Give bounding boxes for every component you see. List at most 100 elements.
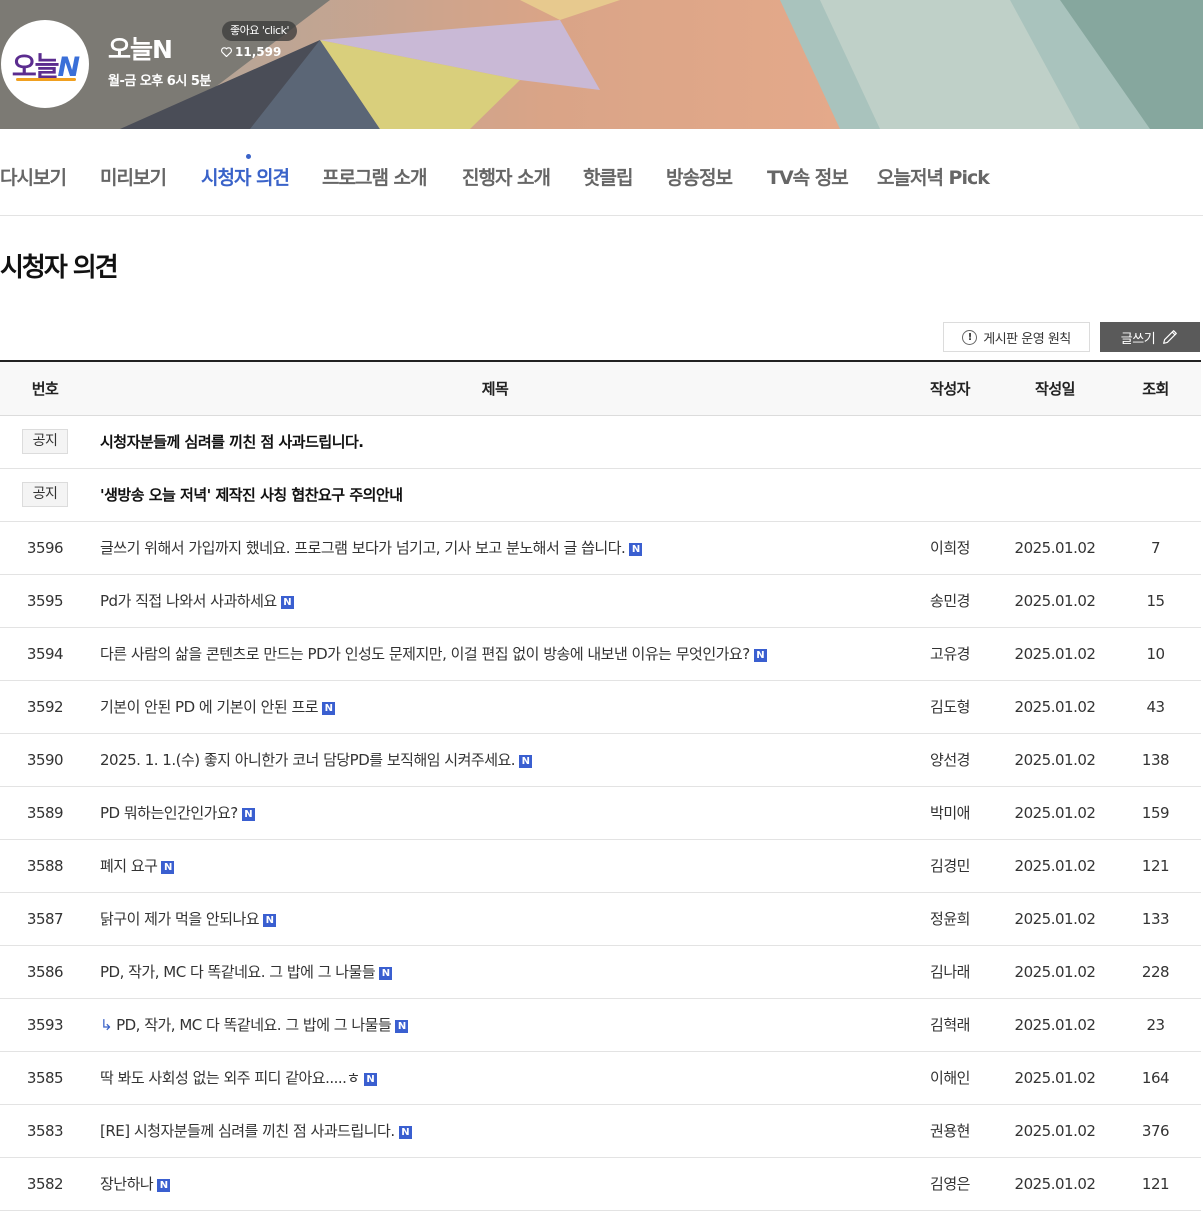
like-tooltip: 좋아요 'click' (222, 21, 297, 41)
post-views: 15 (1146, 591, 1165, 610)
program-banner: 오늘N 오늘N 월-금 오후 6시 5분 좋아요 'click' 11,599 (0, 0, 1203, 129)
post-number: 3583 (26, 1121, 64, 1140)
post-title-link[interactable]: Pd가 직접 나와서 사과하세요 (100, 592, 277, 610)
program-tabs: 다시보기 미리보기 시청자 의견 프로그램 소개 진행자 소개 핫클립 방송정보… (0, 129, 1203, 216)
notice-title-link[interactable]: 시청자분들께 심려를 끼친 점 사과드립니다. (100, 433, 364, 451)
post-date: 2025.01.02 (1014, 697, 1096, 716)
new-badge: N (161, 861, 175, 874)
post-author: 이희정 (930, 539, 970, 557)
post-title-link[interactable]: 2025. 1. 1.(수) 좋지 아니한가 코너 담당PD를 보직해임 시켜주… (100, 751, 516, 769)
post-title-cell: 딱 봐도 사회성 없는 외주 피디 같아요.....ㅎ N (90, 1051, 900, 1104)
board-rules-label: 게시판 운영 원칙 (983, 331, 1071, 347)
post-title-link[interactable]: PD, 작가, MC 다 똑같네요. 그 밥에 그 나물들 (100, 963, 376, 981)
post-views: 133 (1141, 909, 1170, 928)
post-date: 2025.01.02 (1014, 1121, 1096, 1140)
post-title-cell: 장난하나 N (90, 1157, 900, 1210)
active-tab-indicator (246, 154, 251, 159)
table-row: 3592 기본이 안된 PD 에 기본이 안된 프로 N 김도형 2025.01.02 4… (0, 680, 1201, 733)
post-title-cell: [RE] 시청자분들께 심려를 끼친 점 사과드립니다. N (90, 1104, 900, 1157)
program-title: 오늘N (108, 35, 173, 64)
post-views: 121 (1141, 1174, 1170, 1193)
post-views: 164 (1141, 1068, 1170, 1087)
notice-badge: 공지 (22, 429, 68, 454)
post-views: 138 (1141, 750, 1170, 769)
notice-title-link[interactable]: '생방송 오늘 저녁' 제작진 사칭 협찬요구 주의안내 (100, 486, 403, 504)
post-title-link[interactable]: PD, 작가, MC 다 똑같네요. 그 밥에 그 나물들 (116, 1016, 392, 1034)
post-number: 3586 (26, 962, 64, 981)
program-schedule: 월-금 오후 6시 5분 (108, 74, 211, 89)
notice-row: 공지 시청자분들께 심려를 끼친 점 사과드립니다. (0, 415, 1201, 468)
logo-wordmark: 오늘N (12, 45, 80, 84)
post-number: 3589 (26, 803, 64, 822)
post-title-cell: 폐지 요구 N (90, 839, 900, 892)
post-views: 159 (1141, 803, 1170, 822)
post-date: 2025.01.02 (1014, 591, 1096, 610)
post-author: 권용현 (930, 1122, 970, 1140)
banner-artwork (0, 0, 1203, 129)
board-rules-button[interactable]: ! 게시판 운영 원칙 (943, 322, 1090, 352)
write-post-button[interactable]: 글쓰기 (1100, 322, 1200, 352)
tab-program-intro[interactable]: 프로그램 소개 (322, 163, 427, 190)
tab-viewer-opinions[interactable]: 시청자 의견 (201, 163, 290, 190)
notice-row: 공지 '생방송 오늘 저녁' 제작진 사칭 협찬요구 주의안내 (0, 468, 1201, 521)
post-title-link[interactable]: 장난하나 (100, 1175, 154, 1193)
table-row: 3593 ↳ PD, 작가, MC 다 똑같네요. 그 밥에 그 나물들 N 김혁래 20… (0, 998, 1201, 1051)
header-num: 번호 (31, 379, 59, 398)
post-title-cell: ↳ PD, 작가, MC 다 똑같네요. 그 밥에 그 나물들 N (90, 998, 900, 1051)
post-title-link[interactable]: PD 뭐하는인간인가요? (100, 804, 238, 822)
tab-preview[interactable]: 미리보기 (100, 163, 167, 190)
post-views: 228 (1141, 962, 1170, 981)
logo-underline (15, 77, 77, 81)
program-logo[interactable]: 오늘N (1, 20, 89, 108)
post-title-cell: 2025. 1. 1.(수) 좋지 아니한가 코너 담당PD를 보직해임 시켜주… (90, 733, 900, 786)
post-author: 김도형 (930, 698, 970, 716)
post-number: 3595 (26, 591, 64, 610)
new-badge: N (519, 755, 533, 768)
post-date: 2025.01.02 (1014, 856, 1096, 875)
post-author: 김나래 (930, 963, 970, 981)
post-author: 정윤희 (930, 910, 970, 928)
post-date: 2025.01.02 (1014, 1068, 1096, 1087)
tab-broadcast-info[interactable]: 방송정보 (666, 163, 733, 190)
tab-hot-clip[interactable]: 핫클립 (583, 163, 633, 190)
info-icon: ! (962, 329, 978, 345)
like-button[interactable]: 11,599 (221, 45, 281, 59)
pencil-icon (1163, 330, 1178, 344)
post-number: 3596 (26, 538, 64, 557)
table-row: 3585 딱 봐도 사회성 없는 외주 피디 같아요.....ㅎ N 이해인 2025.… (0, 1051, 1201, 1104)
post-author: 이해인 (930, 1069, 970, 1087)
table-row: 3594 다른 사람의 삶을 콘텐츠로 만드는 PD가 인성도 문제지만, 이걸 … (0, 627, 1201, 680)
table-row: 3588 폐지 요구 N 김경민 2025.01.02 121 (0, 839, 1201, 892)
reply-arrow-icon: ↳ (100, 1016, 113, 1034)
post-title-cell: Pd가 직접 나와서 사과하세요 N (90, 574, 900, 627)
new-badge: N (398, 1126, 412, 1139)
post-title-link[interactable]: 글쓰기 위해서 가입까지 했네요. 프로그램 보다가 넘기고, 기사 보고 분노… (100, 539, 626, 557)
post-title-link[interactable]: 닭구이 제가 먹을 안되나요 (100, 910, 260, 928)
post-author: 박미애 (930, 804, 970, 822)
table-row: 3589 PD 뭐하는인간인가요? N 박미애 2025.01.02 159 (0, 786, 1201, 839)
post-views: 7 (1150, 538, 1161, 557)
header-views: 조회 (1142, 379, 1169, 398)
post-number: 3582 (26, 1174, 64, 1193)
table-row: 3596 글쓰기 위해서 가입까지 했네요. 프로그램 보다가 넘기고, 기사 보… (0, 521, 1201, 574)
post-views: 376 (1141, 1121, 1170, 1140)
post-number: 3592 (26, 697, 64, 716)
tab-tonight-pick[interactable]: 오늘저녁 Pick (877, 163, 990, 190)
post-title-link[interactable]: 기본이 안된 PD 에 기본이 안된 프로 (100, 698, 319, 716)
post-number: 3590 (26, 750, 64, 769)
notice-badge: 공지 (22, 482, 68, 507)
heart-icon (221, 47, 232, 57)
page-title: 시청자 의견 (0, 253, 119, 283)
post-author: 김경민 (930, 857, 970, 875)
tab-host-intro[interactable]: 진행자 소개 (462, 163, 551, 190)
post-title-link[interactable]: 다른 사람의 삶을 콘텐츠로 만드는 PD가 인성도 문제지만, 이걸 편집 없… (100, 645, 750, 663)
post-title-link[interactable]: 폐지 요구 (100, 857, 158, 875)
tab-replay[interactable]: 다시보기 (0, 163, 67, 190)
table-row: 3582 장난하나 N 김영은 2025.01.02 121 (0, 1157, 1201, 1210)
post-title-cell: 다른 사람의 삶을 콘텐츠로 만드는 PD가 인성도 문제지만, 이걸 편집 없… (90, 627, 900, 680)
post-title-link[interactable]: [RE] 시청자분들께 심려를 끼친 점 사과드립니다. (100, 1122, 395, 1140)
header-author: 작성자 (930, 379, 970, 398)
post-date: 2025.01.02 (1014, 962, 1096, 981)
tab-tv-info[interactable]: TV속 정보 (767, 163, 849, 190)
post-title-link[interactable]: 딱 봐도 사회성 없는 외주 피디 같아요.....ㅎ (100, 1069, 360, 1087)
